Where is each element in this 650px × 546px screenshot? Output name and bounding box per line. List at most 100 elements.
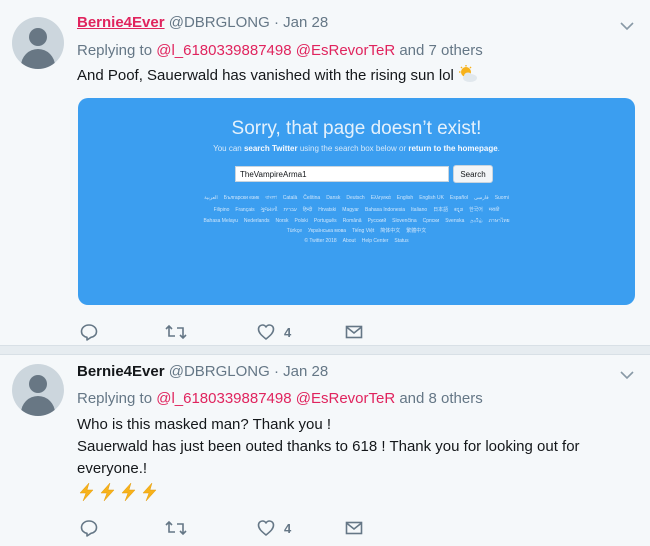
language-link[interactable]: Bahasa Melayu xyxy=(203,218,237,224)
display-name[interactable]: Bernie4Ever xyxy=(77,363,165,380)
card-homepage-link[interactable]: return to the homepage xyxy=(408,144,497,153)
language-link[interactable]: हिन्दी xyxy=(303,207,312,213)
card-footer: © Twitter 2018 About Help Center Status xyxy=(78,238,635,244)
footer-link[interactable]: Help Center xyxy=(362,238,389,244)
language-link[interactable]: ગુજરાતી xyxy=(261,207,278,213)
language-link[interactable]: Hrvatski xyxy=(318,207,336,213)
card-subtitle-text: You can xyxy=(213,144,244,153)
avatar[interactable] xyxy=(12,364,64,416)
language-link[interactable]: Türkçe xyxy=(287,228,302,234)
language-link[interactable]: Čeština xyxy=(303,195,320,201)
card-subtitle: You can search Twitter using the search … xyxy=(78,144,635,153)
language-link[interactable]: English UK xyxy=(419,195,444,201)
tweet-header: Bernie4Ever @DBRGLONG · Jan 28 xyxy=(77,363,328,380)
language-link[interactable]: Српски xyxy=(423,218,440,224)
language-link[interactable]: Català xyxy=(283,195,297,201)
language-link[interactable]: Filipino xyxy=(214,207,230,213)
footer-link[interactable]: © Twitter 2018 xyxy=(304,238,336,244)
language-link[interactable]: Italiano xyxy=(411,207,427,213)
language-link[interactable]: Svenska xyxy=(445,218,464,224)
language-link[interactable]: ภาษาไทย xyxy=(489,218,510,224)
language-link[interactable]: Русский xyxy=(368,218,387,224)
language-link[interactable]: தமிழ் xyxy=(470,218,482,224)
display-name[interactable]: Bernie4Ever xyxy=(77,14,165,31)
like-button[interactable]: 4 xyxy=(257,322,291,342)
language-link[interactable]: Slovenčina xyxy=(392,218,416,224)
language-link[interactable]: Dansk xyxy=(326,195,340,201)
language-link[interactable]: Français xyxy=(235,207,254,213)
tweet-divider xyxy=(0,345,650,355)
replying-suffix[interactable]: and 7 others xyxy=(399,42,482,59)
link-preview-card[interactable]: Sorry, that page doesn’t exist! You can … xyxy=(78,98,635,305)
like-count: 4 xyxy=(284,520,292,536)
tweet[interactable]: Bernie4Ever @DBRGLONG · Jan 28 Replying … xyxy=(0,355,650,546)
card-search-input[interactable]: TheVampireArma1 xyxy=(235,166,449,182)
language-link[interactable]: Magyar xyxy=(342,207,359,213)
language-link[interactable]: Deutsch xyxy=(346,195,364,201)
retweet-icon xyxy=(165,520,187,536)
reply-button[interactable] xyxy=(80,322,98,342)
language-link[interactable]: Română xyxy=(343,218,362,224)
language-link[interactable]: ಕನ್ನಡ xyxy=(454,207,463,213)
mention-link[interactable]: @l_6180339887498 xyxy=(156,42,291,59)
tweet-text: Who is this masked man? Thank you ! Saue… xyxy=(77,414,580,504)
separator-dot: · xyxy=(273,363,279,380)
mention-link[interactable]: @l_6180339887498 xyxy=(156,390,291,407)
language-link[interactable]: Español xyxy=(450,195,468,201)
chevron-down-icon[interactable] xyxy=(620,368,634,382)
card-search-link[interactable]: search Twitter xyxy=(244,144,298,153)
language-link[interactable]: فارسی xyxy=(474,195,489,201)
separator-dot: · xyxy=(273,14,279,31)
avatar[interactable] xyxy=(12,17,64,69)
retweet-button[interactable] xyxy=(165,322,187,342)
tweet-header: Bernie4Ever @DBRGLONG · Jan 28 xyxy=(77,14,328,31)
language-link[interactable]: Suomi xyxy=(495,195,509,201)
language-link[interactable]: Norsk xyxy=(275,218,288,224)
language-link[interactable]: עברית xyxy=(284,207,297,213)
mention-link[interactable]: @EsRevorTeR xyxy=(296,390,395,407)
card-search-button[interactable]: Search xyxy=(453,165,493,183)
avatar-body xyxy=(21,49,55,69)
language-link[interactable]: Polski xyxy=(295,218,308,224)
language-link[interactable]: 简体中文 xyxy=(380,228,400,234)
replying-suffix[interactable]: and 8 others xyxy=(399,390,482,407)
language-link[interactable]: मराठी xyxy=(489,207,500,213)
retweet-button[interactable] xyxy=(165,518,187,538)
user-handle[interactable]: @DBRGLONG xyxy=(169,14,270,31)
tweet-text-line: Sauerwald has just been outed thanks to … xyxy=(77,438,580,455)
user-handle[interactable]: @DBRGLONG xyxy=(169,363,270,380)
language-link[interactable]: 繁體中文 xyxy=(406,228,426,234)
language-link[interactable]: Ελληνικά xyxy=(371,195,391,201)
language-link[interactable]: العربية xyxy=(204,195,218,201)
tweet-text-line: And Poof, Sauerwald has vanished with th… xyxy=(77,67,454,84)
language-link[interactable]: Nederlands xyxy=(244,218,270,224)
language-link[interactable]: 日本語 xyxy=(433,207,448,213)
reply-icon xyxy=(80,324,98,341)
language-link[interactable]: Português xyxy=(314,218,337,224)
avatar-head xyxy=(29,375,47,393)
direct-message-button[interactable] xyxy=(345,322,363,342)
reply-button[interactable] xyxy=(80,518,98,538)
tweet-text-line: Who is this masked man? Thank you ! xyxy=(77,416,332,433)
tweet[interactable]: Bernie4Ever @DBRGLONG · Jan 28 Replying … xyxy=(0,0,650,345)
envelope-icon xyxy=(345,521,363,535)
tweet-text-line: everyone.! xyxy=(77,460,148,477)
tweet-date[interactable]: Jan 28 xyxy=(283,363,328,380)
language-link[interactable]: English xyxy=(397,195,413,201)
card-subtitle-text: . xyxy=(497,144,500,153)
footer-link[interactable]: About xyxy=(343,238,356,244)
language-link[interactable]: Български език xyxy=(224,195,259,201)
language-link[interactable]: Tiếng Việt xyxy=(352,228,374,234)
language-link[interactable]: 한국어 xyxy=(469,207,483,213)
footer-link[interactable]: Status xyxy=(394,238,408,244)
language-list: Bahasa Melayu Nederlands Norsk Polski Portug… xyxy=(78,217,635,225)
mention-link[interactable]: @EsRevorTeR xyxy=(296,42,395,59)
like-button[interactable]: 4 xyxy=(257,518,291,538)
direct-message-button[interactable] xyxy=(345,518,363,538)
language-link[interactable]: Bahasa Indonesia xyxy=(365,207,405,213)
chevron-down-icon[interactable] xyxy=(620,19,634,33)
language-link[interactable]: বাংলা xyxy=(265,195,277,201)
language-link[interactable]: Українська мова xyxy=(308,228,346,234)
tweet-date[interactable]: Jan 28 xyxy=(283,14,328,31)
heart-icon xyxy=(257,520,275,536)
